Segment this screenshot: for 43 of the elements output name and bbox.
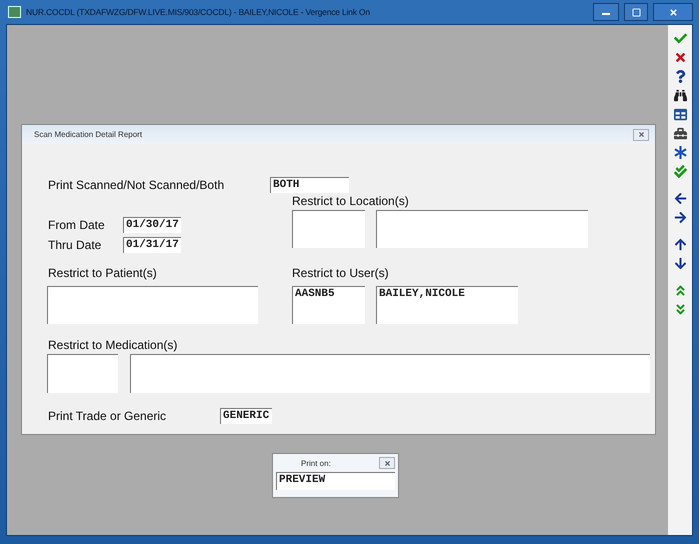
arrow-down-icon[interactable]	[672, 255, 688, 271]
arrow-up-icon[interactable]	[672, 236, 688, 252]
maximize-icon	[632, 8, 640, 16]
toolbox-icon[interactable]	[672, 125, 688, 141]
close-button[interactable]	[653, 3, 693, 21]
dialog-title: Print on:	[301, 458, 331, 468]
input-field[interactable]: GENERIC	[220, 408, 272, 424]
input-field[interactable]	[376, 210, 588, 248]
input-field[interactable]	[292, 210, 365, 248]
field-label: From Date	[48, 218, 105, 232]
app-icon	[8, 6, 21, 18]
input-field[interactable]: PREVIEW	[276, 472, 395, 490]
input-field[interactable]: BOTH	[270, 177, 349, 193]
close-button[interactable]	[379, 457, 395, 469]
asterisk-icon[interactable]	[672, 144, 688, 160]
minimize-button[interactable]	[593, 3, 619, 21]
input-field[interactable]	[47, 354, 118, 393]
input-field[interactable]: AASNB5	[292, 286, 365, 324]
input-field[interactable]	[130, 354, 650, 393]
field-label: Restrict to User(s)	[292, 266, 390, 280]
close-icon	[384, 460, 390, 466]
dialog-title: Scan Medication Detail Report	[34, 130, 142, 139]
double-check-icon[interactable]	[672, 163, 688, 179]
table-icon[interactable]	[672, 106, 688, 122]
field-label: Thru Date	[48, 238, 102, 252]
arrow-right-icon[interactable]	[672, 209, 688, 225]
close-icon	[668, 8, 678, 16]
input-field[interactable]: 01/30/17	[123, 217, 181, 233]
input-field[interactable]	[47, 286, 258, 324]
maximize-button[interactable]	[624, 3, 648, 21]
field-label: Restrict to Medication(s)	[48, 338, 178, 352]
field-label: Restrict to Location(s)	[292, 194, 410, 208]
close-button[interactable]	[633, 128, 649, 140]
field-label: Print Scanned/Not Scanned/Both	[48, 178, 224, 192]
field-label: Print Trade or Generic	[48, 409, 166, 423]
close-icon	[638, 131, 644, 138]
input-field[interactable]: 01/31/17	[123, 237, 181, 253]
field-label: Restrict to Patient(s)	[48, 266, 158, 280]
binoculars-icon[interactable]	[672, 87, 688, 103]
input-field[interactable]: BAILEY,NICOLE	[376, 286, 518, 324]
minimize-icon	[602, 13, 610, 15]
window-title: NUR.COCDL (TXDAFWZG/DFW.LIVE.MIS/903/COCDL) - BAILEY,NICOLE - Vergence Link On	[26, 7, 371, 17]
arrow-left-icon[interactable]	[672, 190, 688, 206]
